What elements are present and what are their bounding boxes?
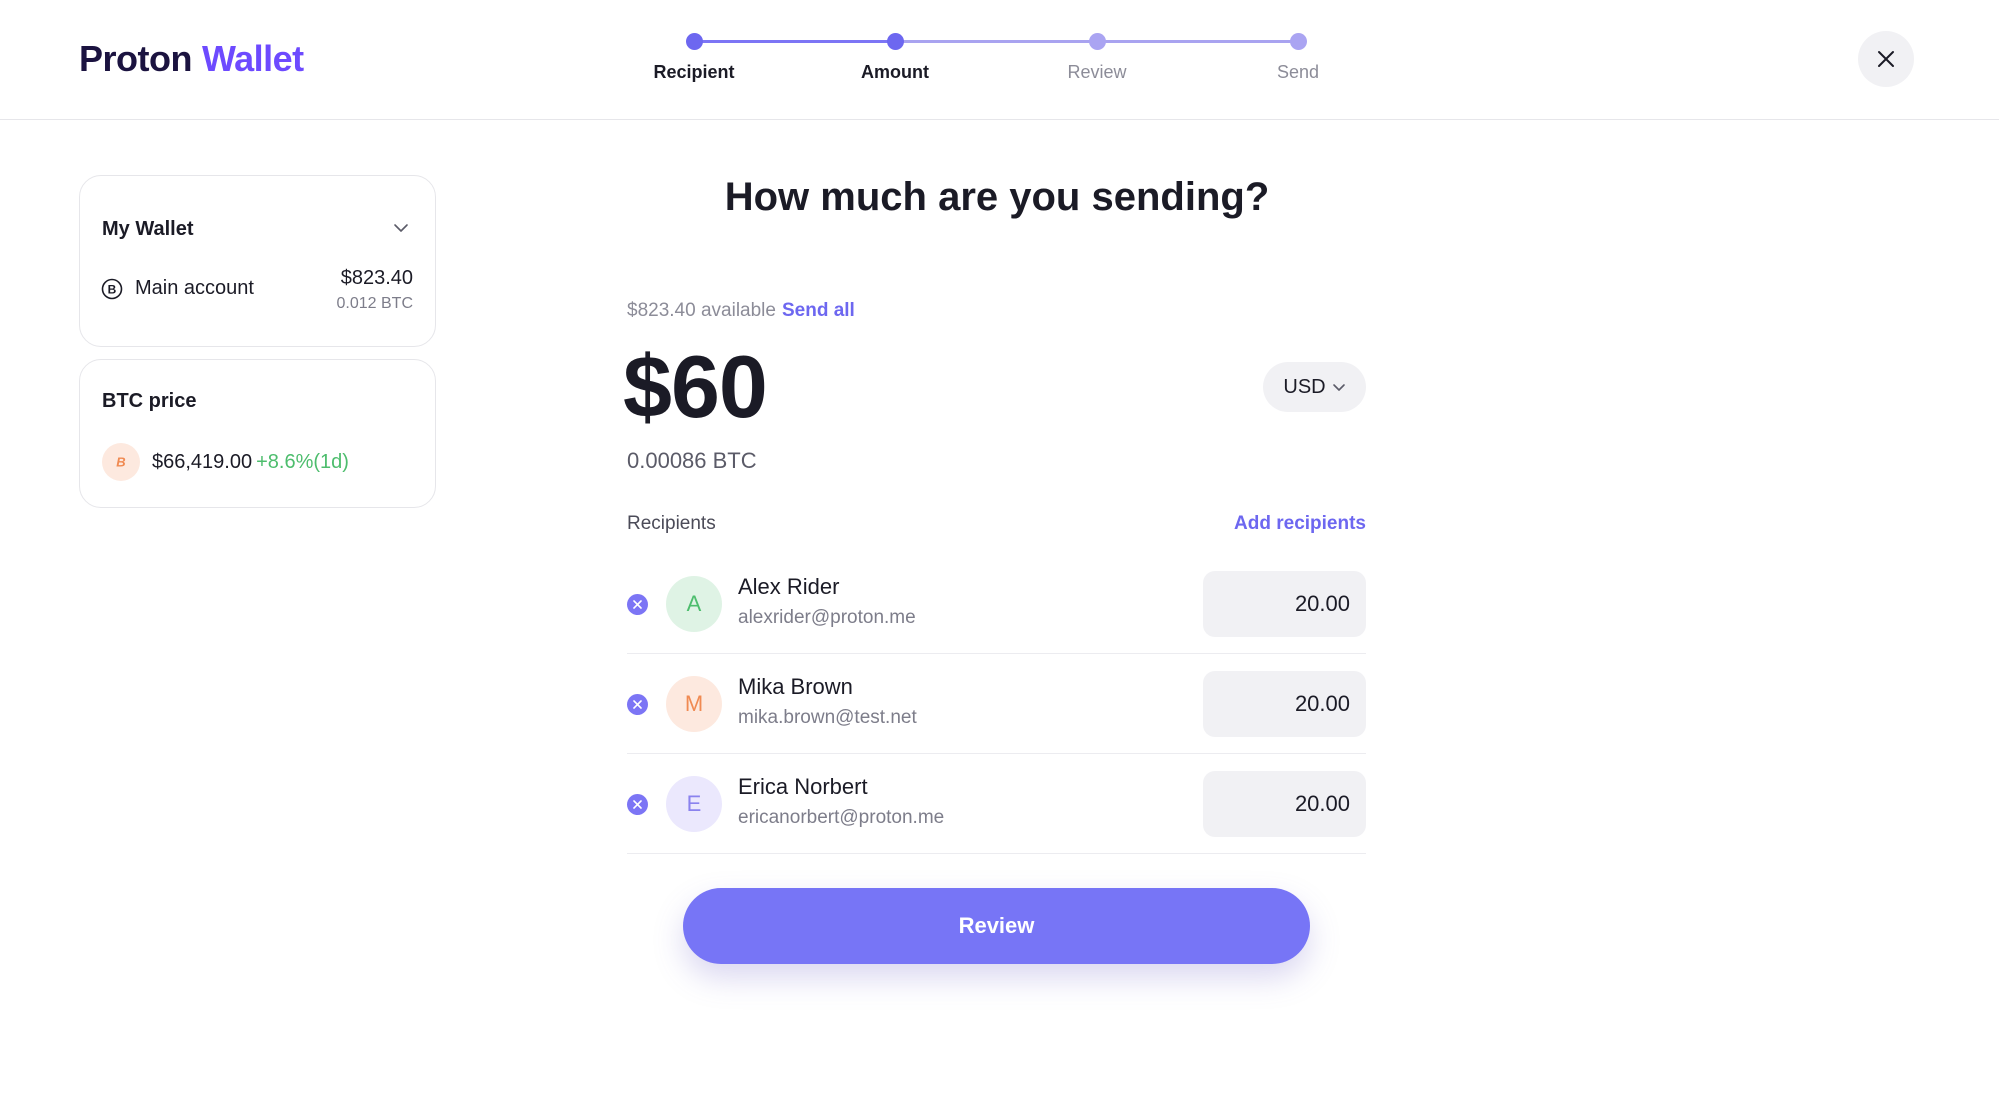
recipients-label: Recipients [627, 513, 716, 534]
logo-part-wallet: Wallet [201, 38, 304, 79]
remove-recipient-button[interactable] [627, 794, 648, 815]
avatar: E [666, 776, 722, 832]
remove-recipient-button[interactable] [627, 694, 648, 715]
step-connector [694, 40, 895, 43]
btc-price-card: BTC price B $66,419.00 +8.6%(1d) [79, 359, 436, 508]
step-label-amount[interactable]: Amount [825, 62, 965, 83]
recipient-name: Alex Rider [738, 574, 840, 599]
step-dot-recipient [686, 33, 703, 50]
step-label-send: Send [1276, 62, 1320, 82]
bitcoin-outline-icon: B [101, 278, 123, 300]
logo-part-proton: Proton [79, 38, 192, 79]
recipient-amount-input[interactable] [1203, 671, 1366, 737]
wallet-name: My Wallet [102, 218, 194, 240]
step-label-recipient[interactable]: Recipient [624, 62, 764, 83]
proton-wallet-logo[interactable]: Proton Wallet [79, 38, 304, 80]
close-icon [633, 600, 642, 609]
step-dot-amount [887, 33, 904, 50]
account-balance-btc: 0.012 BTC [336, 295, 413, 312]
recipient-row: M Mika Brown mika.brown@test.net [627, 654, 1366, 754]
avatar: M [666, 676, 722, 732]
btc-price-line: $66,419.00 +8.6%(1d) [152, 451, 349, 474]
step-dot-review [1089, 33, 1106, 50]
bitcoin-icon: B [102, 443, 140, 481]
currency-value: USD [1283, 375, 1326, 398]
add-recipients-link[interactable]: Add recipients [1100, 513, 1366, 535]
remove-recipient-button[interactable] [627, 594, 648, 615]
step-label-review: Review [1067, 62, 1127, 82]
top-bar: Proton Wallet Recipient Amount Review Sen… [0, 0, 1999, 120]
step-connector [1097, 40, 1298, 43]
recipient-email: alexrider@proton.me [738, 607, 916, 628]
recipient-amount-input[interactable] [1203, 571, 1366, 637]
send-all-link[interactable]: Send all [782, 300, 855, 321]
close-button[interactable] [1858, 31, 1914, 87]
progress-stepper: Recipient Amount Review Send [653, 28, 1356, 88]
svg-text:B: B [108, 283, 117, 297]
account-name: Main account [135, 277, 254, 299]
avatar: A [666, 576, 722, 632]
btc-equivalent: 0.00086 BTC [627, 448, 757, 473]
recipient-row: E Erica Norbert ericanorbert@proton.me [627, 754, 1366, 854]
recipient-email: ericanorbert@proton.me [738, 807, 945, 828]
close-icon [633, 800, 642, 809]
available-balance: $823.40 available [627, 300, 776, 321]
review-button[interactable]: Review [683, 888, 1310, 964]
bitcoin-glyph-icon: B [116, 455, 125, 470]
wallet-card: My Wallet B Main account $823.40 0.012 B… [79, 175, 436, 347]
close-icon [633, 700, 642, 709]
recipient-name: Erica Norbert [738, 774, 868, 799]
currency-select[interactable]: USD [1263, 362, 1366, 412]
btc-price-title: BTC price [102, 390, 197, 412]
chevron-down-icon[interactable] [391, 218, 411, 238]
page-title: How much are you sending? [724, 175, 1270, 219]
btc-price-value: $66,419.00 [152, 451, 253, 473]
available-balance-line: $823.40 available Send all [627, 300, 855, 322]
chevron-down-icon [1332, 384, 1345, 391]
step-connector [895, 40, 1097, 43]
step-dot-send [1290, 33, 1307, 50]
recipient-name: Mika Brown [738, 674, 853, 699]
recipient-email: mika.brown@test.net [738, 707, 917, 728]
recipient-amount-input[interactable] [1203, 771, 1366, 837]
amount-display[interactable]: $60 [623, 336, 768, 438]
account-balance-usd: $823.40 [340, 267, 413, 289]
recipient-row: A Alex Rider alexrider@proton.me [627, 554, 1366, 654]
svg-text:B: B [116, 455, 125, 470]
close-icon [1878, 51, 1894, 67]
btc-price-change: +8.6%(1d) [256, 451, 349, 473]
